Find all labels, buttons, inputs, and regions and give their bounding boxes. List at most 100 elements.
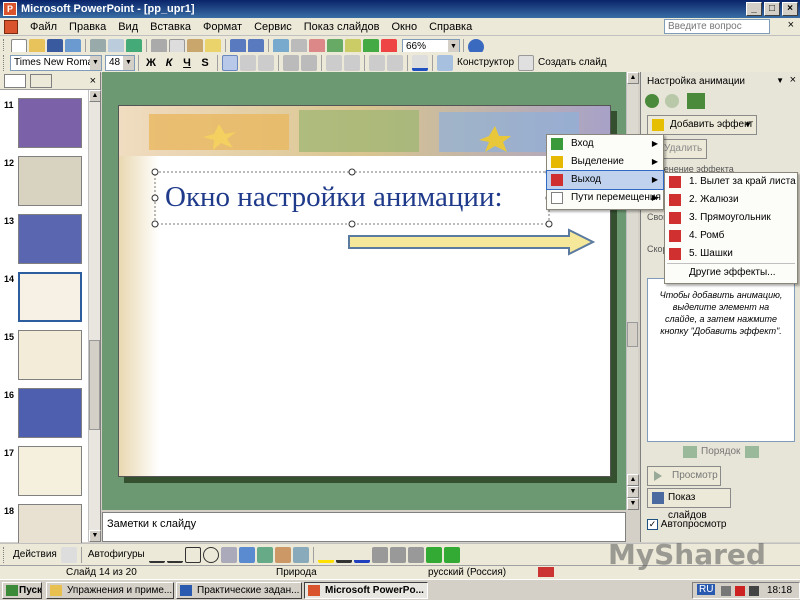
font-color-icon[interactable]	[412, 54, 428, 71]
slide-thumbnail[interactable]	[18, 446, 82, 496]
menu-motion-paths[interactable]: Пути перемещения ▶	[547, 189, 663, 207]
font-color-icon[interactable]	[353, 547, 370, 563]
underline-button[interactable]: Ч	[178, 57, 196, 69]
notes-pane[interactable]: Заметки к слайду	[102, 512, 626, 542]
slide-title[interactable]: Окно настройки анимации:	[165, 181, 503, 214]
bold-button[interactable]: Ж	[142, 57, 160, 69]
scroll-thumb[interactable]	[89, 340, 100, 430]
slide-thumbnail[interactable]	[18, 156, 82, 206]
scroll-down-icon[interactable]: ▼	[89, 530, 101, 542]
menu-emphasis[interactable]: Выделение ▶	[547, 153, 663, 171]
menu-file[interactable]: Файл	[24, 21, 63, 33]
chevron-down-icon[interactable]: ▼	[123, 55, 134, 70]
add-effect-button[interactable]: Добавить эффект ▼	[647, 115, 757, 135]
menu-insert[interactable]: Вставка	[144, 21, 197, 33]
slides-scrollbar[interactable]: ▲ ▼	[88, 90, 101, 542]
chevron-down-icon[interactable]: ▼	[776, 76, 784, 85]
arrow-icon[interactable]	[166, 547, 183, 563]
increase-font-icon[interactable]	[326, 54, 342, 71]
align-center-icon[interactable]	[240, 54, 256, 71]
maximize-button[interactable]: □	[764, 2, 780, 16]
minimize-button[interactable]: _	[746, 2, 762, 16]
menu-slideshow[interactable]: Показ слайдов	[298, 21, 386, 33]
clipart-icon[interactable]	[274, 546, 291, 563]
bullets-icon[interactable]	[301, 54, 317, 71]
3d-icon[interactable]	[443, 546, 460, 563]
autopreview-checkbox[interactable]: ✓	[647, 519, 658, 530]
slide-thumbnail[interactable]	[18, 214, 82, 264]
numbering-icon[interactable]	[283, 54, 299, 71]
autopreview-row[interactable]: ✓ Автопросмотр	[647, 519, 726, 530]
menu-format[interactable]: Формат	[197, 21, 248, 33]
autoshapes-menu[interactable]: Автофигуры	[85, 549, 148, 560]
slide-thumbnail-row[interactable]: 15	[0, 330, 89, 386]
animation-list[interactable]: Чтобы добавить анимацию, выделите элемен…	[647, 278, 795, 442]
antivirus-icon[interactable]	[735, 586, 745, 596]
increase-indent-icon[interactable]	[387, 54, 403, 71]
slide-thumbnail-row[interactable]: 14	[0, 272, 89, 328]
slide-thumbnail[interactable]	[18, 98, 82, 148]
dash-style-icon[interactable]	[389, 546, 406, 563]
slide-thumbnail-row[interactable]: 13	[0, 214, 89, 270]
scroll-down-icon[interactable]: ▼	[627, 498, 639, 510]
remove-button[interactable]: Удалить	[661, 139, 707, 159]
move-down-icon[interactable]	[745, 446, 759, 458]
menu-edit[interactable]: Правка	[63, 21, 112, 33]
menu-entrance[interactable]: Вход ▶	[547, 135, 663, 153]
align-right-icon[interactable]	[258, 54, 274, 71]
actions-menu[interactable]: Действия	[10, 549, 60, 560]
more-effects-item[interactable]: Другие эффекты...	[665, 264, 797, 282]
line-style-icon[interactable]	[371, 546, 388, 563]
scroll-up-icon[interactable]: ▲	[89, 90, 101, 102]
taskbar-item[interactable]: Практические задан...	[176, 582, 302, 599]
close-button[interactable]: ×	[782, 2, 798, 16]
shadow-button[interactable]: S	[196, 57, 214, 69]
help-search-input[interactable]: Введите вопрос	[664, 19, 770, 34]
decrease-indent-icon[interactable]	[369, 54, 385, 71]
toolbar-grip[interactable]	[3, 54, 7, 71]
play-button[interactable]: Просмотр	[647, 466, 721, 486]
slide-thumbnail[interactable]	[18, 330, 82, 380]
wordart-icon[interactable]	[238, 546, 255, 563]
slide-thumbnail-row[interactable]: 16	[0, 388, 89, 444]
start-button[interactable]: Пуск	[2, 582, 42, 599]
font-size-select[interactable]: 48 ▼	[105, 54, 135, 71]
scroll-thumb[interactable]	[627, 322, 638, 347]
speaker-icon[interactable]	[721, 586, 731, 596]
close-document-icon[interactable]: ×	[788, 19, 794, 31]
exit-item-5[interactable]: 5. Шашки	[665, 245, 797, 263]
select-objects-icon[interactable]	[60, 546, 77, 563]
arrow-style-icon[interactable]	[407, 546, 424, 563]
document-icon[interactable]	[4, 19, 18, 34]
network-icon[interactable]	[749, 586, 759, 596]
textbox-icon[interactable]	[220, 546, 237, 563]
current-slide[interactable]: Окно настройки анимации:	[118, 105, 611, 477]
taskbar-item[interactable]: Упражнения и приме...	[46, 582, 174, 599]
align-left-icon[interactable]	[222, 54, 238, 71]
forward-icon[interactable]	[665, 94, 679, 108]
design-button[interactable]: Конструктор	[454, 57, 517, 68]
menu-view[interactable]: Вид	[112, 21, 144, 33]
menu-window[interactable]: Окно	[386, 21, 424, 33]
chevron-down-icon[interactable]: ▼	[90, 55, 101, 70]
exit-item-3[interactable]: 3. Прямоугольник	[665, 209, 797, 227]
exit-item-2[interactable]: 2. Жалюзи	[665, 191, 797, 209]
diagram-icon[interactable]	[256, 546, 273, 563]
italic-button[interactable]: К	[160, 57, 178, 69]
line-color-icon[interactable]	[335, 547, 352, 563]
exit-item-1[interactable]: 1. Вылет за край листа	[665, 173, 797, 191]
language-indicator[interactable]: RU	[697, 584, 716, 595]
new-slide-button[interactable]: Создать слайд	[535, 57, 610, 68]
toolbar-grip[interactable]	[3, 546, 7, 563]
exit-item-4[interactable]: 4. Ромб	[665, 227, 797, 245]
slideshow-button[interactable]: Показ слайдов	[647, 488, 731, 521]
slide-thumbnail-row[interactable]: 12	[0, 156, 89, 212]
taskbar-item-active[interactable]: Microsoft PowerPo...	[304, 582, 428, 599]
oval-icon[interactable]	[202, 546, 219, 563]
line-icon[interactable]	[148, 547, 165, 563]
next-slide-icon[interactable]: ▼	[627, 486, 639, 498]
menu-exit[interactable]: Выход ▶	[546, 170, 664, 190]
home-icon[interactable]	[687, 93, 705, 109]
fill-color-icon[interactable]	[317, 547, 334, 563]
close-pane-icon[interactable]: ×	[90, 75, 96, 87]
